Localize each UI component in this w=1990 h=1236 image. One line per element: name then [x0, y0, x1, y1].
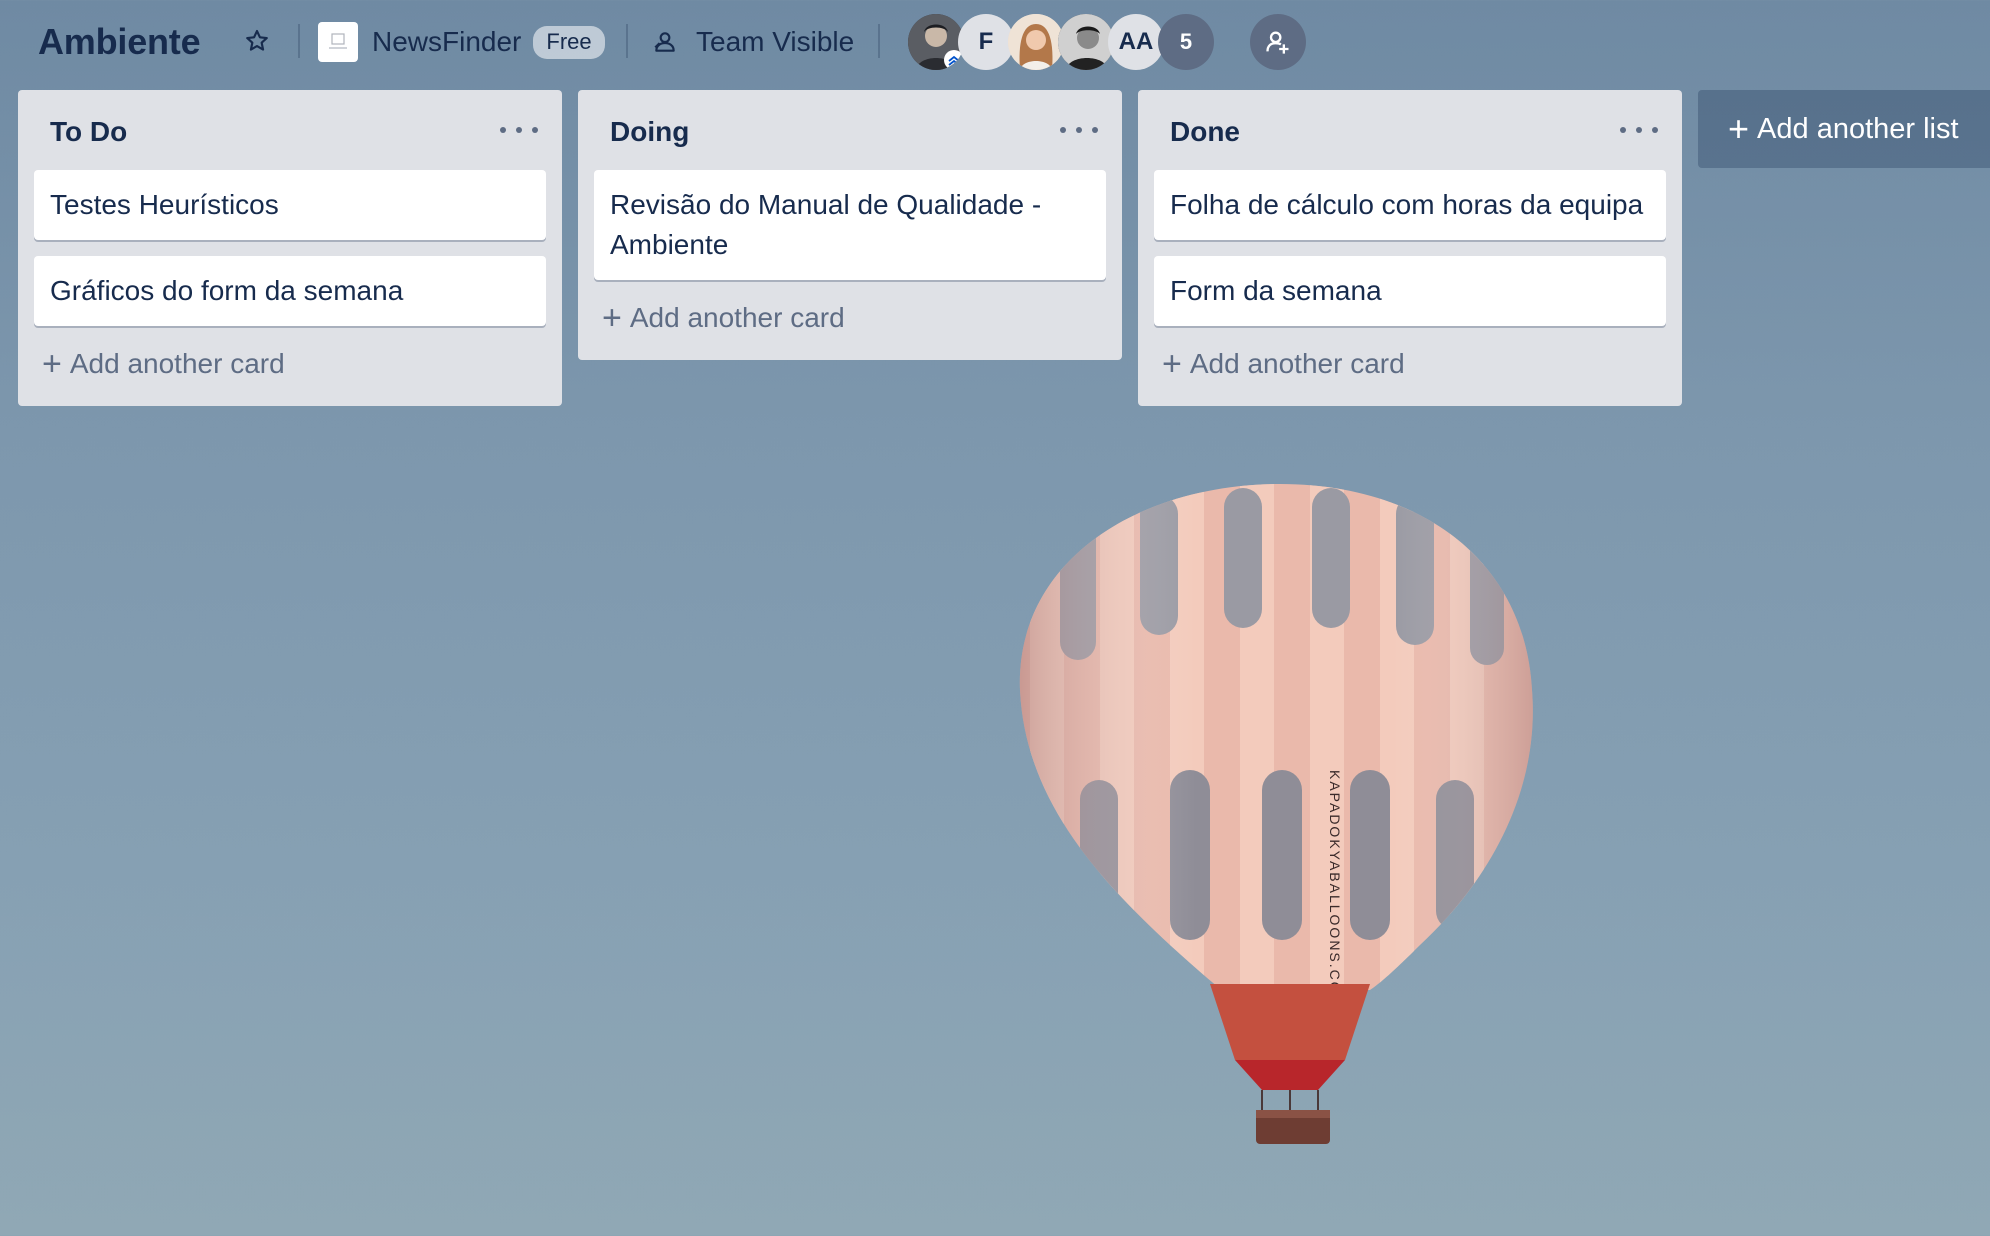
board-members: F AA 5 — [908, 14, 1238, 70]
member-photo-icon — [1058, 14, 1114, 70]
member-photo-icon — [1008, 14, 1064, 70]
add-card-button[interactable]: + Add another card — [42, 344, 546, 406]
more-horizontal-icon — [1092, 127, 1098, 133]
list-header: Done — [1138, 90, 1682, 170]
plus-icon: + — [602, 299, 622, 337]
card[interactable]: Form da semana — [1154, 256, 1666, 326]
member-initials: AA — [1118, 28, 1154, 55]
more-horizontal-icon — [1620, 127, 1626, 133]
card[interactable]: Testes Heurísticos — [34, 170, 546, 240]
list-done: Done Folha de cálculo com horas da equip… — [1138, 90, 1682, 406]
star-icon — [246, 29, 268, 51]
member-avatar[interactable]: F — [958, 14, 1014, 70]
visibility-label: Team Visible — [696, 26, 855, 57]
add-list-label: Add another list — [1757, 112, 1959, 145]
member-avatar[interactable] — [908, 14, 964, 70]
list-menu-button[interactable] — [500, 118, 538, 142]
add-member-icon — [1266, 31, 1289, 54]
list-to-do: To Do Testes Heurísticos Gráficos do for… — [18, 90, 562, 406]
list-title[interactable]: Doing — [610, 116, 689, 148]
list-doing: Doing Revisão do Manual de Qualidade - A… — [578, 90, 1122, 360]
more-horizontal-icon — [1060, 127, 1066, 133]
card[interactable]: Gráficos do form da semana — [34, 256, 546, 326]
list-title[interactable]: To Do — [50, 116, 127, 148]
header-divider — [626, 24, 628, 58]
invite-member-button[interactable] — [1250, 14, 1306, 70]
plus-icon: + — [42, 345, 62, 383]
add-card-label: Add another card — [1189, 348, 1405, 379]
list-header: Doing — [578, 90, 1122, 170]
more-horizontal-icon — [1076, 127, 1082, 133]
header-divider — [878, 24, 880, 58]
card[interactable]: Revisão do Manual de Qualidade - Ambient… — [594, 170, 1106, 280]
more-horizontal-icon — [532, 127, 538, 133]
workspace-button[interactable]: NewsFinder Free — [318, 20, 605, 64]
plus-icon: + — [1162, 345, 1182, 383]
workspace-logo — [318, 22, 358, 62]
plus-icon: + — [1728, 108, 1750, 149]
add-card-label: Add another card — [629, 302, 845, 333]
list-title[interactable]: Done — [1170, 116, 1240, 148]
board-header: Ambiente NewsFinder Free Team Visible F … — [0, 0, 1990, 84]
add-list-button[interactable]: + Add another list — [1698, 90, 1990, 168]
list-menu-button[interactable] — [1060, 118, 1098, 142]
team-visibility-icon — [652, 29, 678, 55]
list-header: To Do — [18, 90, 562, 170]
workspace-name: NewsFinder — [372, 26, 522, 57]
add-card-button[interactable]: + Add another card — [1162, 344, 1666, 406]
list-menu-button[interactable] — [1620, 118, 1658, 142]
member-avatar[interactable]: AA — [1108, 14, 1164, 70]
more-horizontal-icon — [1652, 127, 1658, 133]
member-avatar[interactable] — [1058, 14, 1114, 70]
more-horizontal-icon — [1636, 127, 1642, 133]
board-title[interactable]: Ambiente — [38, 20, 201, 64]
add-card-button[interactable]: + Add another card — [602, 298, 1106, 360]
header-divider — [298, 24, 300, 58]
more-horizontal-icon — [500, 127, 506, 133]
add-card-label: Add another card — [69, 348, 285, 379]
star-board-button[interactable] — [240, 24, 274, 58]
more-members-count: 5 — [1179, 29, 1193, 54]
member-initials: F — [978, 28, 994, 55]
card[interactable]: Folha de cálculo com horas da equipa — [1154, 170, 1666, 240]
balloon-lettering: KAPADOKYABALLOONS.COM — [1327, 770, 1343, 1008]
more-members-button[interactable]: 5 — [1158, 14, 1214, 70]
member-avatar[interactable] — [1008, 14, 1064, 70]
more-horizontal-icon — [516, 127, 522, 133]
visibility-button[interactable]: Team Visible — [652, 20, 854, 64]
plan-badge: Free — [533, 25, 605, 59]
